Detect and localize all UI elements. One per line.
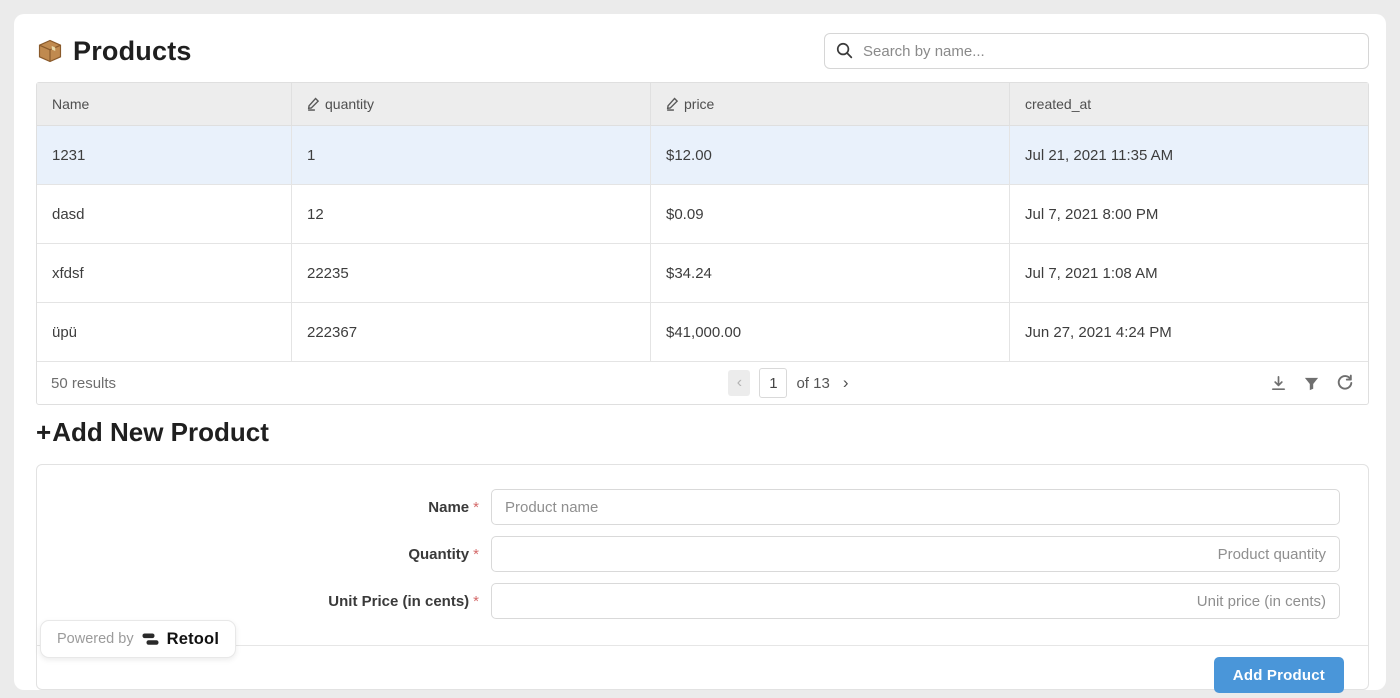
cell-name: üpü: [37, 303, 292, 361]
cell-price[interactable]: $0.09: [651, 185, 1010, 243]
download-icon[interactable]: [1270, 375, 1287, 392]
cell-quantity[interactable]: 222367: [292, 303, 651, 361]
column-header-created-at[interactable]: created_at: [1010, 83, 1368, 125]
table-row[interactable]: üpü 222367 $41,000.00 Jun 27, 2021 4:24 …: [37, 303, 1368, 362]
form-row-name: Name*: [37, 489, 1368, 525]
quantity-field-label: Quantity*: [37, 546, 485, 563]
refresh-icon[interactable]: [1336, 374, 1354, 392]
app-panel: Products Name quantity price created_at …: [14, 14, 1386, 690]
table-actions: [1270, 374, 1354, 392]
cell-quantity[interactable]: 22235: [292, 244, 651, 302]
form-row-unit-price: Unit Price (in cents)*: [37, 583, 1368, 619]
products-table: Name quantity price created_at 1231 1 $1…: [36, 82, 1369, 405]
add-product-section-title: + Add New Product: [36, 417, 1369, 448]
edit-pencil-icon: [666, 97, 679, 111]
product-name-input[interactable]: [491, 489, 1340, 525]
form-divider: [37, 645, 1368, 646]
plus-icon: +: [36, 417, 51, 448]
column-header-price[interactable]: price: [651, 83, 1010, 125]
table-footer: 50 results ‹ of 13 ›: [37, 362, 1368, 404]
add-product-form: Name* Quantity* Unit Price (in cents)* A…: [36, 464, 1369, 690]
cell-created-at: Jul 7, 2021 1:08 AM: [1010, 244, 1368, 302]
name-field-label: Name*: [37, 499, 485, 516]
table-row[interactable]: 1231 1 $12.00 Jul 21, 2021 11:35 AM: [37, 126, 1368, 185]
form-row-quantity: Quantity*: [37, 536, 1368, 572]
page-header: Products: [36, 33, 1369, 69]
retool-brand-text: Retool: [167, 630, 220, 649]
page-count-label: of 13: [796, 375, 829, 392]
retool-logo-icon: [142, 632, 159, 647]
cell-price[interactable]: $41,000.00: [651, 303, 1010, 361]
page-number-input[interactable]: [759, 368, 787, 398]
table-row[interactable]: xfdsf 22235 $34.24 Jul 7, 2021 1:08 AM: [37, 244, 1368, 303]
required-asterisk: *: [473, 593, 479, 610]
search-input[interactable]: [824, 33, 1369, 69]
pagination: ‹ of 13 ›: [311, 368, 1270, 398]
required-asterisk: *: [473, 499, 479, 516]
search-box: [824, 33, 1369, 69]
unit-price-input[interactable]: [491, 583, 1340, 619]
add-product-button[interactable]: Add Product: [1214, 657, 1344, 693]
edit-pencil-icon: [307, 97, 320, 111]
cell-created-at: Jul 21, 2021 11:35 AM: [1010, 126, 1368, 184]
required-asterisk: *: [473, 546, 479, 563]
filter-icon[interactable]: [1303, 375, 1320, 392]
section-title-text: Add New Product: [52, 417, 269, 448]
cell-created-at: Jun 27, 2021 4:24 PM: [1010, 303, 1368, 361]
cell-name: dasd: [37, 185, 292, 243]
package-icon: [36, 37, 64, 65]
powered-by-label: Powered by: [57, 631, 134, 647]
cell-price[interactable]: $12.00: [651, 126, 1010, 184]
powered-by-retool-badge[interactable]: Powered by Retool: [40, 620, 236, 658]
table-row[interactable]: dasd 12 $0.09 Jul 7, 2021 8:00 PM: [37, 185, 1368, 244]
column-header-name[interactable]: Name: [37, 83, 292, 125]
cell-quantity[interactable]: 12: [292, 185, 651, 243]
results-count: 50 results: [51, 375, 311, 392]
prev-page-button[interactable]: ‹: [728, 370, 750, 396]
table-header-row: Name quantity price created_at: [37, 83, 1368, 126]
product-quantity-input[interactable]: [491, 536, 1340, 572]
cell-price[interactable]: $34.24: [651, 244, 1010, 302]
next-page-button[interactable]: ›: [839, 371, 853, 395]
cell-created-at: Jul 7, 2021 8:00 PM: [1010, 185, 1368, 243]
unit-price-field-label: Unit Price (in cents)*: [37, 593, 485, 610]
page-title: Products: [36, 36, 192, 67]
cell-quantity[interactable]: 1: [292, 126, 651, 184]
chevron-left-icon: ‹: [737, 374, 742, 392]
search-icon: [835, 41, 854, 65]
form-footer: Add Product: [1214, 657, 1344, 693]
cell-name: xfdsf: [37, 244, 292, 302]
chevron-right-icon: ›: [843, 373, 849, 392]
column-header-quantity[interactable]: quantity: [292, 83, 651, 125]
cell-name: 1231: [37, 126, 292, 184]
page-title-text: Products: [73, 36, 192, 67]
